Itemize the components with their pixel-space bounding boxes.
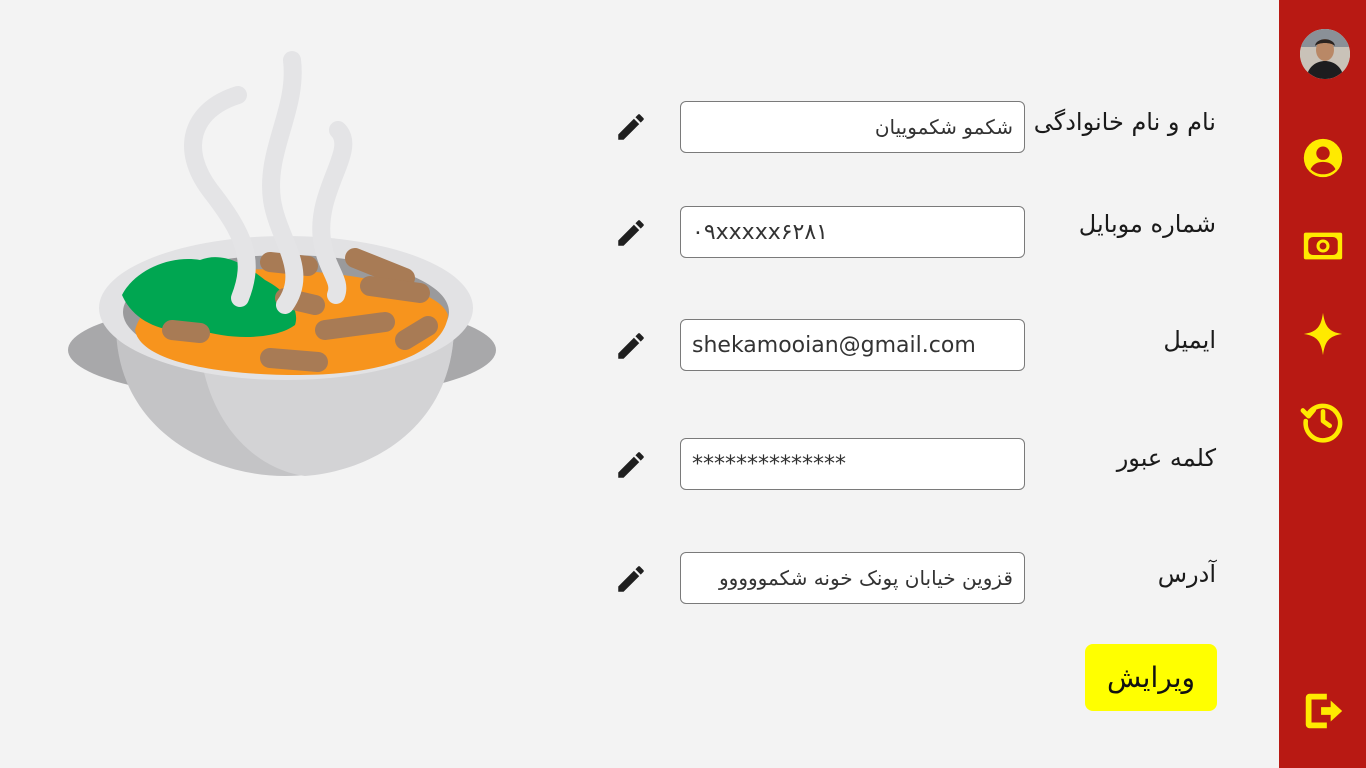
money-icon[interactable]: [1300, 223, 1346, 269]
password-field[interactable]: **************: [680, 438, 1025, 490]
fullname-label: نام و نام خانوادگی: [1033, 108, 1216, 136]
account-icon[interactable]: [1300, 135, 1346, 181]
fullname-field[interactable]: شکمو شکموییان: [680, 101, 1025, 153]
history-icon[interactable]: [1300, 398, 1346, 444]
logout-icon[interactable]: [1300, 688, 1346, 734]
avatar[interactable]: [1300, 29, 1350, 79]
edit-profile-button[interactable]: ویرایش: [1085, 644, 1217, 711]
mobile-field[interactable]: ۰۹xxxxx۶۲۸۱: [680, 206, 1025, 258]
email-field[interactable]: shekamooian@gmail.com: [680, 319, 1025, 371]
sparkle-icon[interactable]: [1300, 311, 1346, 357]
mobile-label: شماره موبایل: [1078, 210, 1216, 238]
food-bowl-illustration: [68, 51, 496, 476]
sidebar: [1279, 0, 1366, 768]
edit-email-icon[interactable]: [614, 329, 648, 363]
address-field[interactable]: قزوین خیابان پونک خونه شکمووووو: [680, 552, 1025, 604]
avatar-image: [1300, 29, 1350, 79]
email-label: ایمیل: [1163, 326, 1216, 354]
address-label: آدرس: [1157, 560, 1216, 588]
edit-mobile-icon[interactable]: [614, 216, 648, 250]
edit-address-icon[interactable]: [614, 562, 648, 596]
password-label: کلمه عبور: [1116, 444, 1216, 472]
edit-password-icon[interactable]: [614, 448, 648, 482]
edit-fullname-icon[interactable]: [614, 110, 648, 144]
